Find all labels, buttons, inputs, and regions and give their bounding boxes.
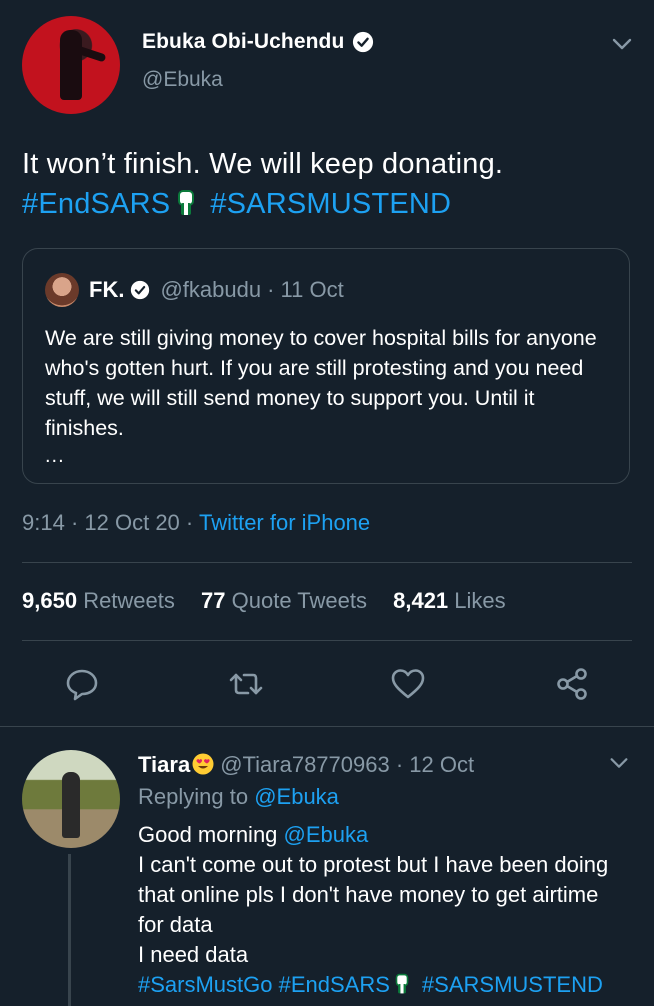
tweet-stats: 9,650 Retweets 77 Quote Tweets 8,421 Lik… [22,588,526,614]
raised-fist-emoji-icon [395,973,409,994]
divider [22,562,632,563]
retweets-count: 9,650 [22,588,78,613]
replying-to-label: Replying to [138,784,249,809]
reply-line: that online pls I don't have money to ge… [138,882,599,907]
mention-ebuka[interactable]: @Ebuka [284,822,369,847]
author-name[interactable]: Ebuka Obi-Uchendu [142,30,374,54]
tweet-date[interactable]: 12 Oct 20 [84,510,179,535]
author-handle[interactable]: @Ebuka [142,68,374,92]
raised-fist-emoji-icon [178,190,195,215]
reply-date: · 12 Oct [395,752,475,777]
quotes-label: Quote Tweets [231,588,367,613]
reply-header: Tiara @Tiara78770963 · 12 Oct [138,750,638,780]
reply-hashtags: #SarsMustGo #EndSARS #SARSMUSTEND [138,970,638,1000]
chevron-down-icon[interactable] [610,32,634,56]
chevron-down-icon[interactable] [608,752,630,774]
tweet-header: Ebuka Obi-Uchendu @Ebuka [20,16,634,116]
quoted-avatar [45,273,79,307]
hashtag-endsars[interactable]: #EndSARS [279,972,390,997]
retweets-label: Retweets [83,588,175,613]
tweet-client[interactable]: Twitter for iPhone [199,510,370,535]
heart-icon[interactable] [388,664,428,704]
hashtag-sarsmustgo[interactable]: #SarsMustGo [138,972,273,997]
meta-separator: · [185,510,194,535]
reply-author-handle[interactable]: @Tiara78770963 [220,752,390,777]
tweet-text: It won’t finish. We will keep donating. … [22,144,632,224]
quoted-author-handle: @fkabudu [160,277,262,302]
verified-badge-icon [353,31,374,53]
quoted-ellipsis: ... [45,445,65,467]
avatar[interactable] [22,750,120,848]
replying-to: Replying to @Ebuka [138,782,638,812]
tweet-hashtags: #EndSARS #SARSMUSTEND [22,184,632,224]
tweet-actions [0,664,654,708]
reply-line: for data [138,912,213,937]
tweet-meta: 9:14 · 12 Oct 20 · Twitter for iPhone [22,510,370,536]
avatar-figure [60,30,82,100]
quoted-tweet[interactable]: FK. @fkabudu · 11 Oct We are still givin… [22,248,630,484]
heart-eyes-emoji-icon [192,753,214,775]
retweet-icon[interactable] [226,664,266,704]
likes-label: Likes [454,588,506,613]
verified-badge-icon [131,280,150,300]
author-name-text[interactable]: Ebuka Obi-Uchendu [142,30,344,54]
hashtag-sarsmustend[interactable]: #SARSMUSTEND [210,188,451,220]
comment-icon[interactable] [62,664,102,704]
avatar-person [62,772,80,838]
retweets-stat[interactable]: 9,650 Retweets [22,588,175,613]
divider [0,726,654,727]
avatar[interactable] [22,16,120,114]
quotes-count: 77 [201,588,226,613]
reply-tweet[interactable]: Tiara @Tiara78770963 · 12 Oct Replying t… [0,736,654,1006]
likes-stat[interactable]: 8,421 Likes [393,588,506,613]
divider [22,640,632,641]
reply-line: I can't come out to protest but I have b… [138,852,609,877]
reply-text: Good morning @Ebuka I can't come out to … [138,820,638,1000]
reply-line: Good morning @Ebuka [138,820,638,850]
tweet-detail-page: Ebuka Obi-Uchendu @Ebuka It won’t finish… [0,0,654,1006]
reply-author-name[interactable]: Tiara [138,752,190,777]
reply-line: I need data [138,942,249,967]
likes-count: 8,421 [393,588,449,613]
quoted-tweet-header: FK. @fkabudu · 11 Oct [45,273,344,307]
reply-content: Tiara @Tiara78770963 · 12 Oct Replying t… [138,750,638,1000]
quoted-tweet-text: We are still giving money to cover hospi… [45,326,597,440]
quote-tweets-stat[interactable]: 77 Quote Tweets [201,588,367,613]
thread-line [68,854,71,1006]
quoted-author-name: FK. [89,277,125,302]
tweet-text-line: It won’t finish. We will keep donating. [22,148,504,180]
hashtag-endsars[interactable]: #EndSARS [22,188,170,220]
reply-greeting: Good morning [138,822,278,847]
tweet-time[interactable]: 9:14 [22,510,65,535]
share-icon[interactable] [552,664,592,704]
author-block: Ebuka Obi-Uchendu @Ebuka [142,30,374,92]
hashtag-sarsmustend[interactable]: #SARSMUSTEND [422,972,603,997]
replying-to-handle[interactable]: @Ebuka [254,784,339,809]
quoted-date: · 11 Oct [267,277,344,302]
meta-separator: · [70,510,79,535]
